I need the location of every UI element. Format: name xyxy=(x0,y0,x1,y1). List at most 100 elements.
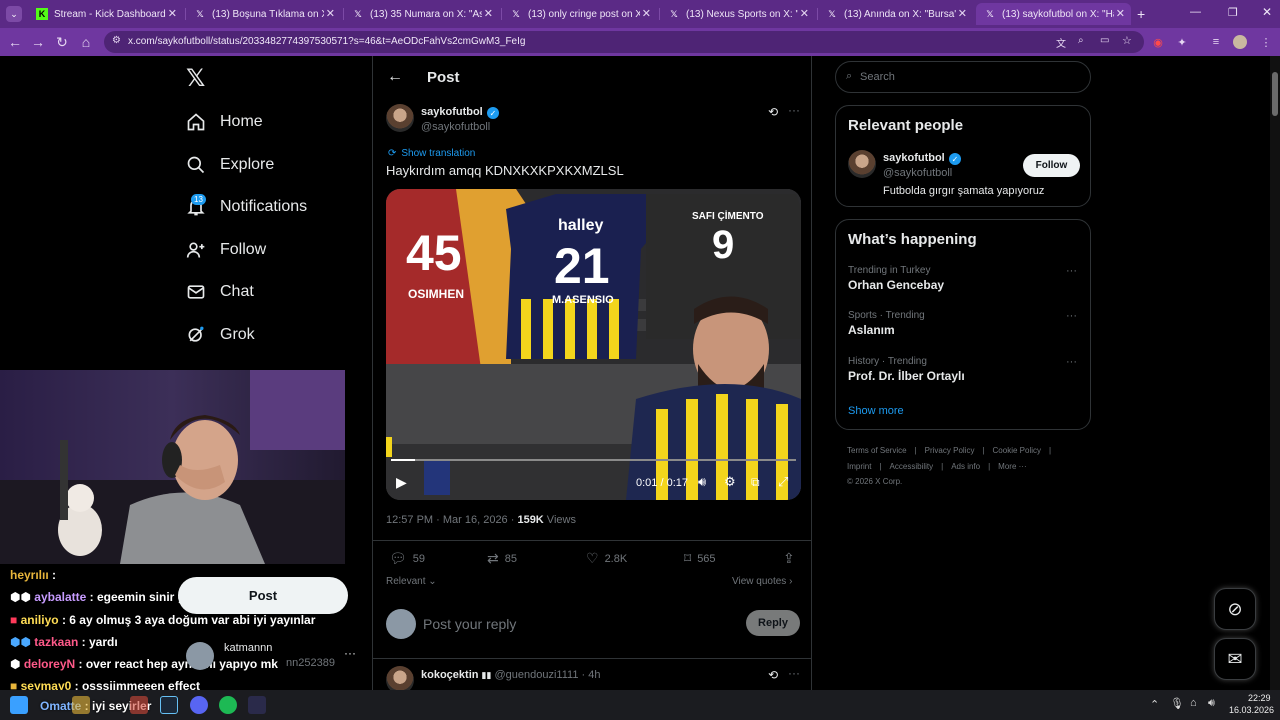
reply-avatar[interactable] xyxy=(386,666,414,690)
clock-time[interactable]: 22:29 xyxy=(1248,693,1271,703)
search-box[interactable]: ⌕ Search xyxy=(835,61,1091,93)
install-icon[interactable]: ▭ xyxy=(1100,35,1109,46)
back-arrow-icon[interactable]: ← xyxy=(387,68,403,86)
nav-home[interactable]: Home xyxy=(186,107,263,137)
new-tab-button[interactable]: + xyxy=(1137,6,1145,22)
repost-action[interactable]: ⇄ 85 xyxy=(487,550,517,567)
grok-float-button[interactable]: ⊘ xyxy=(1214,588,1256,630)
explorer-icon[interactable] xyxy=(72,696,90,714)
imprint-link[interactable]: Imprint xyxy=(847,462,871,471)
browser-tab[interactable]: 𝕏 (13) Boşuna Tıklama on X: "Bir ✕ xyxy=(186,3,341,25)
accessibility-link[interactable]: Accessibility xyxy=(890,462,934,471)
fullscreen-icon[interactable]: ⤢ xyxy=(778,474,788,490)
browser-tab[interactable]: 𝕏 (13) 35 Numara on X: "Asen Al ✕ xyxy=(344,3,499,25)
close-tab-icon[interactable]: ✕ xyxy=(800,7,809,20)
reply-input[interactable]: Post your reply xyxy=(423,616,516,632)
person-handle[interactable]: @saykofutboll xyxy=(883,167,952,179)
reply-action[interactable]: 💬︎ 59 xyxy=(389,550,425,567)
translate-icon[interactable]: 文 xyxy=(1056,35,1066,50)
like-action[interactable]: ♡ 2.8K xyxy=(586,550,627,567)
windows-start-icon[interactable] xyxy=(10,696,28,714)
author-avatar[interactable] xyxy=(386,104,414,132)
settings-icon[interactable]: ⚙ xyxy=(724,474,736,490)
volume-icon[interactable]: 🔊︎ xyxy=(698,474,706,490)
play-icon[interactable]: ▶ xyxy=(396,474,407,491)
close-tab-icon[interactable]: ✕ xyxy=(958,7,967,20)
close-tab-icon[interactable]: ✕ xyxy=(1116,7,1125,20)
person-avatar[interactable] xyxy=(848,150,876,178)
address-bar[interactable]: ⚙ x.com/saykofutboll/status/203348277439… xyxy=(104,31,1144,53)
grok-action-icon[interactable]: ⟲ xyxy=(768,668,778,682)
cookie-link[interactable]: Cookie Policy xyxy=(993,446,1041,455)
spotify-icon[interactable] xyxy=(219,696,237,714)
close-tab-icon[interactable]: ✕ xyxy=(484,7,493,20)
post-video[interactable]: 45 OSIMHEN halley 21 M.ASENSIO SAFI ÇİME… xyxy=(386,189,801,500)
x-logo[interactable]: 𝕏 xyxy=(186,64,205,93)
ads-info-link[interactable]: Ads info xyxy=(951,462,980,471)
nav-grok[interactable]: Grok xyxy=(186,320,255,350)
home-icon[interactable]: ⌂ xyxy=(77,33,95,51)
steam-icon[interactable] xyxy=(160,696,178,714)
site-info-icon[interactable]: ⚙ xyxy=(112,35,121,46)
more-options-icon[interactable]: ··· xyxy=(1066,265,1077,277)
scroll-thumb[interactable] xyxy=(1272,72,1278,116)
forward-icon[interactable]: → xyxy=(29,33,47,51)
messages-float-button[interactable]: ✉ xyxy=(1214,638,1256,680)
browser-tab[interactable]: 𝕏 (13) Nexus Sports on X: "🚀 O! ✕ xyxy=(660,3,815,25)
privacy-link[interactable]: Privacy Policy xyxy=(925,446,975,455)
extensions-icon[interactable]: ✦ xyxy=(1174,34,1190,50)
microphone-icon[interactable]: 🎙︎ xyxy=(1170,697,1184,710)
page-scrollbar[interactable] xyxy=(1270,56,1280,690)
profile-avatar-icon[interactable] xyxy=(1232,34,1248,50)
more-vertical-icon[interactable]: ⋮ xyxy=(1258,34,1274,50)
browser-tab[interactable]: 𝕏 (13) only cringe post on X: "Çal ✕ xyxy=(502,3,657,25)
clock-date[interactable]: 16.03.2026 xyxy=(1229,705,1274,715)
share-action[interactable]: ⇪ xyxy=(783,550,801,567)
nav-explore[interactable]: Explore xyxy=(186,150,274,180)
more-options-icon[interactable]: ··· xyxy=(788,666,800,680)
discord-icon[interactable] xyxy=(190,696,208,714)
more-link[interactable]: More ··· xyxy=(998,462,1026,471)
browser-tab[interactable]: K Stream - Kick Dashboard ✕ xyxy=(28,3,183,25)
trend-item[interactable]: Trending in Turkey Orhan Gencebay ··· xyxy=(848,265,1078,292)
more-options-icon[interactable]: ··· xyxy=(788,103,800,117)
account-switcher[interactable]: katmannn nn252389 ··· xyxy=(186,640,358,674)
close-tab-icon[interactable]: ✕ xyxy=(326,7,335,20)
menu-lines-icon[interactable]: ≡ xyxy=(1208,34,1224,50)
speaker-icon[interactable]: 🔊︎ xyxy=(1208,697,1215,710)
network-icon[interactable]: ⌂ xyxy=(1190,697,1197,709)
post-compose-button[interactable]: Post xyxy=(178,577,348,614)
trend-item[interactable]: Sports · Trending Aslanım ··· xyxy=(848,310,1078,337)
terms-link[interactable]: Terms of Service xyxy=(847,446,907,455)
person-name[interactable]: saykofutbol xyxy=(883,152,945,164)
minimize-button[interactable]: — xyxy=(1190,6,1201,18)
tab-list-button[interactable]: ⌄ xyxy=(6,6,22,22)
follow-button[interactable]: Follow xyxy=(1023,154,1080,177)
author-name[interactable]: saykofutbol xyxy=(421,106,483,118)
nav-chat[interactable]: Chat xyxy=(186,277,254,307)
browser-tab[interactable]: 𝕏 (13) Anında on X: "Bursa'da bir ✕ xyxy=(818,3,973,25)
grok-action-icon[interactable]: ⟲ xyxy=(768,105,778,119)
valorant-icon[interactable] xyxy=(248,696,266,714)
close-tab-icon[interactable]: ✕ xyxy=(642,7,651,20)
reply-author[interactable]: kokoçektin ▮▮ @guendouzi1111 · 4h xyxy=(421,669,600,681)
more-options-icon[interactable]: ··· xyxy=(1066,356,1077,368)
sort-relevant-dropdown[interactable]: Relevant ⌄ xyxy=(386,576,437,587)
browser-app-icon[interactable] xyxy=(130,696,148,714)
opera-icon[interactable]: ◉ xyxy=(1150,34,1166,50)
trend-item[interactable]: History · Trending Prof. Dr. İlber Ortay… xyxy=(848,356,1078,383)
close-window-button[interactable]: ✕ xyxy=(1262,5,1272,19)
reload-icon[interactable]: ↻ xyxy=(53,33,71,51)
zoom-icon[interactable]: ⌕ xyxy=(1078,35,1084,46)
video-progress-track[interactable] xyxy=(391,459,796,461)
show-translation-link[interactable]: ⟳ Show translation xyxy=(388,148,475,159)
restore-button[interactable]: ❐ xyxy=(1228,6,1238,19)
back-icon[interactable]: ← xyxy=(6,33,24,51)
view-quotes-link[interactable]: View quotes › xyxy=(732,576,792,587)
bookmark-star-icon[interactable]: ☆ xyxy=(1122,34,1132,47)
more-options-icon[interactable]: ··· xyxy=(1066,310,1077,322)
nav-follow[interactable]: Follow xyxy=(186,235,266,265)
show-more-link[interactable]: Show more xyxy=(848,405,904,417)
browser-tab-active[interactable]: 𝕏 (13) saykofutbol on X: "Haykırd ✕ xyxy=(976,3,1131,25)
close-tab-icon[interactable]: ✕ xyxy=(168,7,177,20)
